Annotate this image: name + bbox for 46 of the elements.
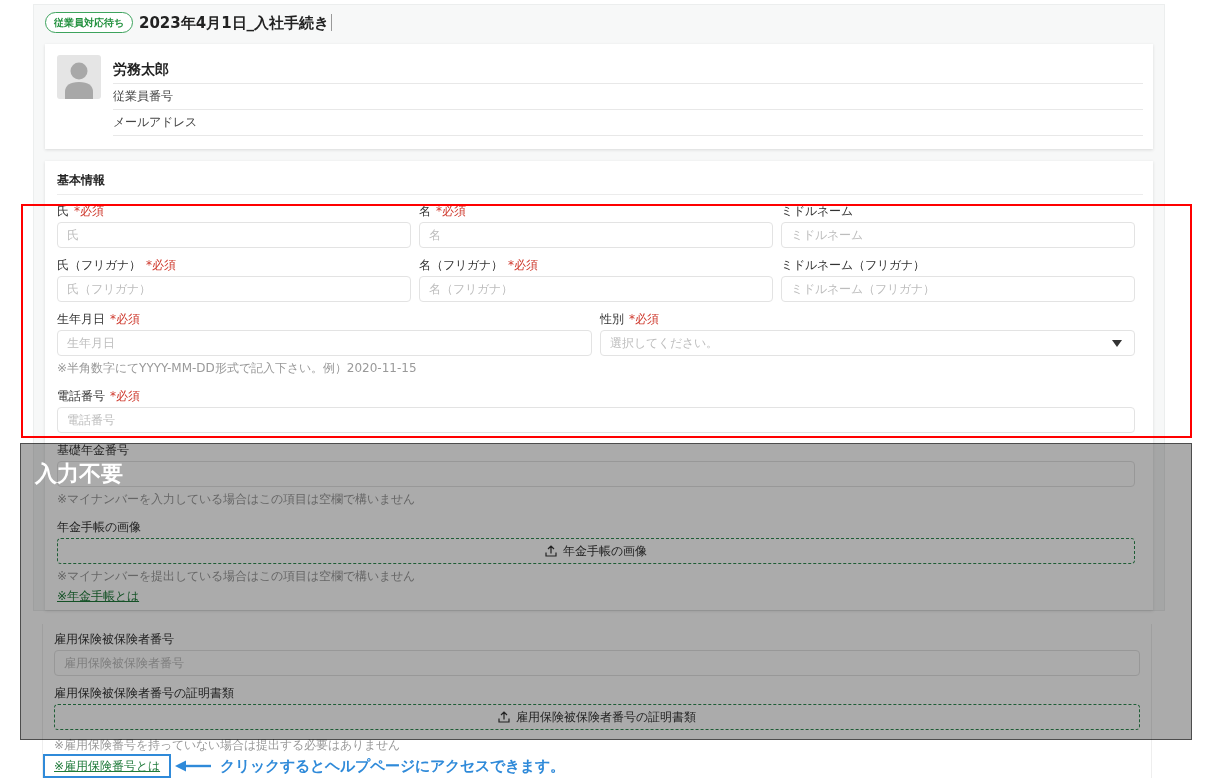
field-label: 電話番号 <box>57 389 105 404</box>
status-badge: 従業員対応待ち <box>45 12 133 33</box>
hint-text: ※雇用保険番号を持っていない場合は提出する必要はありません <box>54 738 402 752</box>
text-input[interactable]: 名（フリガナ） <box>419 276 773 302</box>
avatar-icon <box>57 55 101 99</box>
field-label: 名 <box>419 204 431 219</box>
required-mark: *必須 <box>110 389 140 404</box>
field-label: 生年月日 <box>57 312 105 327</box>
field-label: 性別 <box>600 312 624 327</box>
field-label: ミドルネーム（フリガナ） <box>781 258 925 273</box>
field-label: 雇用保険被保険者番号 <box>54 632 174 647</box>
required-mark: *必須 <box>146 258 176 273</box>
text-input[interactable]: ミドルネーム（フリガナ） <box>781 276 1135 302</box>
field-label: 年金手帳の画像 <box>57 520 141 535</box>
text-input[interactable]: ミドルネーム <box>781 222 1135 248</box>
hint-text: ※半角数字にてYYYY-MM-DD形式で記入下さい。例）2020-11-15 <box>57 361 418 375</box>
help-link[interactable]: ※雇用保険番号とは <box>54 759 161 773</box>
upload-icon <box>498 711 510 723</box>
required-mark: *必須 <box>110 312 140 327</box>
text-input[interactable]: 名 <box>419 222 773 248</box>
text-input[interactable]: 氏（フリガナ） <box>57 276 411 302</box>
employee-name: 労務太郎 <box>113 60 169 78</box>
caret-icon <box>1112 339 1122 347</box>
required-mark: *必須 <box>629 312 659 327</box>
callout-arrow <box>175 760 212 772</box>
upload-button[interactable]: 雇用保険被保険者番号の証明書類 <box>54 704 1140 730</box>
field-label: 氏（フリガナ） <box>57 258 141 273</box>
required-mark: *必須 <box>74 204 104 219</box>
callout-text: クリックするとヘルプページにアクセスできます。 <box>220 756 566 776</box>
text-input[interactable]: 生年月日 <box>57 330 592 356</box>
profile-field-label: 従業員番号 <box>113 89 173 104</box>
required-mark: *必須 <box>436 204 466 219</box>
text-input[interactable]: 氏 <box>57 222 411 248</box>
required-mark: *必須 <box>508 258 538 273</box>
field-label: ミドルネーム <box>781 204 853 219</box>
section-title: 基本情報 <box>57 173 1143 195</box>
overlay-label: 入力不要 <box>35 461 123 487</box>
upload-button[interactable]: 年金手帳の画像 <box>57 538 1135 564</box>
help-link[interactable]: ※年金手帳とは <box>57 589 140 603</box>
field-label: 名（フリガナ） <box>419 258 503 273</box>
field-label: 基礎年金番号 <box>57 443 129 458</box>
profile-field-label: メールアドレス <box>113 115 197 130</box>
page-title: 2023年4月1日_入社手続き <box>139 12 330 33</box>
upload-icon <box>545 545 557 557</box>
field-label: 氏 <box>57 204 69 219</box>
field-label: 雇用保険被保険者番号の証明書類 <box>54 686 234 701</box>
